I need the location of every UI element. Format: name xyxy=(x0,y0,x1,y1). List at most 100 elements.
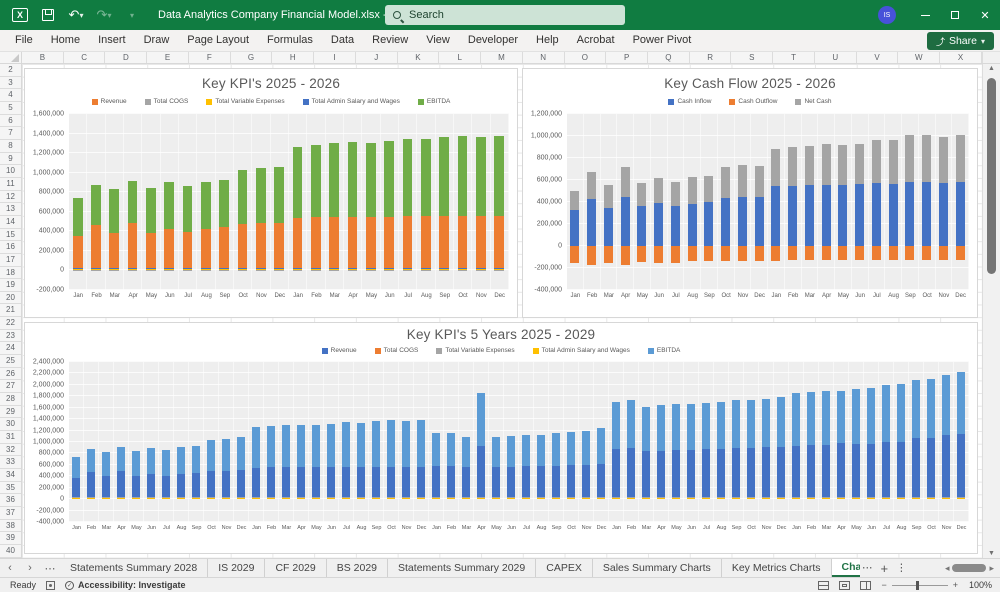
column-header-e[interactable]: E xyxy=(147,52,189,63)
normal-view-icon[interactable] xyxy=(818,580,830,590)
sheet-tab-capex[interactable]: CAPEX xyxy=(536,559,593,577)
minimize-button[interactable] xyxy=(910,0,940,30)
ribbon-tab-review[interactable]: Review xyxy=(363,30,417,51)
zoom-out-icon[interactable]: − xyxy=(881,580,886,590)
more-sheets-icon[interactable]: ⋯ xyxy=(862,562,873,574)
scroll-down-icon[interactable]: ▼ xyxy=(983,550,1000,557)
row-header-6[interactable]: 6 xyxy=(0,115,21,128)
row-header-34[interactable]: 34 xyxy=(0,469,21,482)
ribbon-tab-help[interactable]: Help xyxy=(527,30,568,51)
row-header-12[interactable]: 12 xyxy=(0,191,21,204)
row-header-26[interactable]: 26 xyxy=(0,368,21,381)
column-header-m[interactable]: M xyxy=(481,52,523,63)
column-header-c[interactable]: C xyxy=(64,52,106,63)
sheet-nav-left-icon[interactable]: ‹ xyxy=(0,559,20,577)
row-header-21[interactable]: 21 xyxy=(0,304,21,318)
ribbon-tab-view[interactable]: View xyxy=(417,30,459,51)
row-header-28[interactable]: 28 xyxy=(0,393,21,406)
horizontal-scrollbar-thumb[interactable] xyxy=(952,564,987,572)
column-header-x[interactable]: X xyxy=(940,52,982,63)
row-header-33[interactable]: 33 xyxy=(0,456,21,469)
column-header-i[interactable]: I xyxy=(314,52,356,63)
row-header-10[interactable]: 10 xyxy=(0,165,21,178)
scroll-left-icon[interactable]: ◂ xyxy=(945,563,950,574)
column-header-b[interactable]: B xyxy=(22,52,64,63)
column-header-s[interactable]: S xyxy=(731,52,774,63)
undo-icon[interactable]: ↶ ▾ xyxy=(64,4,88,26)
column-header-o[interactable]: O xyxy=(565,52,607,63)
avatar[interactable]: IS xyxy=(878,6,896,24)
redo-icon[interactable]: ↷ ▾ xyxy=(92,4,116,26)
row-header-29[interactable]: 29 xyxy=(0,406,21,419)
sheet-tabs-overflow-icon[interactable]: ⋯ xyxy=(40,559,60,577)
accessibility-status[interactable]: ✓ Accessibility: Investigate xyxy=(65,580,186,590)
chart-key-kpis-2025-2026[interactable]: Key KPI's 2025 - 2026 Revenue Total COGS T… xyxy=(24,68,518,318)
row-header-3[interactable]: 3 xyxy=(0,77,21,90)
zoom-slider-handle[interactable] xyxy=(915,580,919,590)
column-header-n[interactable]: N xyxy=(523,52,565,63)
ribbon-tab-developer[interactable]: Developer xyxy=(459,30,527,51)
select-all-corner[interactable] xyxy=(0,52,22,63)
row-header-8[interactable]: 8 xyxy=(0,140,21,153)
add-sheet-icon[interactable]: + xyxy=(881,561,889,576)
sheet-tab-cf-2029[interactable]: CF 2029 xyxy=(265,559,327,577)
vertical-scrollbar[interactable]: ▲ ▼ xyxy=(982,64,1000,558)
zoom-level[interactable]: 100% xyxy=(968,580,992,590)
share-button[interactable]: ⤴ Share ▾ xyxy=(926,32,994,50)
ribbon-tab-draw[interactable]: Draw xyxy=(135,30,179,51)
row-header-40[interactable]: 40 xyxy=(0,545,21,558)
column-header-u[interactable]: U xyxy=(815,52,857,63)
column-header-k[interactable]: K xyxy=(398,52,440,63)
row-header-38[interactable]: 38 xyxy=(0,520,21,533)
scroll-up-icon[interactable]: ▲ xyxy=(983,65,1000,72)
sheet-menu-icon[interactable]: ⋮ xyxy=(896,562,907,574)
sheet-tab-key-metrics-charts[interactable]: Key Metrics Charts xyxy=(722,559,832,577)
ribbon-tab-home[interactable]: Home xyxy=(42,30,89,51)
column-header-w[interactable]: W xyxy=(898,52,941,63)
horizontal-scrollbar[interactable]: ◂ ▸ xyxy=(945,563,994,574)
column-header-r[interactable]: R xyxy=(690,52,732,63)
row-header-30[interactable]: 30 xyxy=(0,418,21,432)
ribbon-tab-page-layout[interactable]: Page Layout xyxy=(178,30,258,51)
ribbon-tab-file[interactable]: File xyxy=(6,30,42,51)
column-header-f[interactable]: F xyxy=(189,52,231,63)
row-header-37[interactable]: 37 xyxy=(0,507,21,520)
row-header-2[interactable]: 2 xyxy=(0,64,21,77)
row-header-20[interactable]: 20 xyxy=(0,292,21,305)
sheet-tab-bs-2029[interactable]: BS 2029 xyxy=(327,559,389,577)
column-header-j[interactable]: J xyxy=(356,52,398,63)
sheet-tab-is-2029[interactable]: IS 2029 xyxy=(208,559,266,577)
restore-button[interactable] xyxy=(940,0,970,30)
save-icon[interactable] xyxy=(36,4,60,26)
column-header-g[interactable]: G xyxy=(231,52,273,63)
sheet-tab-charts[interactable]: Charts xyxy=(831,559,860,577)
row-header-13[interactable]: 13 xyxy=(0,203,21,216)
customize-qat-icon[interactable]: ▾ xyxy=(120,4,144,26)
ribbon-tab-data[interactable]: Data xyxy=(322,30,363,51)
row-header-19[interactable]: 19 xyxy=(0,279,21,292)
vertical-scrollbar-thumb[interactable] xyxy=(987,78,996,274)
row-header-14[interactable]: 14 xyxy=(0,216,21,229)
row-header-35[interactable]: 35 xyxy=(0,482,21,495)
search-box[interactable] xyxy=(385,5,625,25)
sheet-tab-statements-summary-2028[interactable]: Statements Summary 2028 xyxy=(60,559,209,577)
zoom-in-icon[interactable]: + xyxy=(953,580,958,590)
column-header-v[interactable]: V xyxy=(857,52,899,63)
row-header-9[interactable]: 9 xyxy=(0,153,21,166)
row-header-31[interactable]: 31 xyxy=(0,431,21,444)
macro-record-button[interactable] xyxy=(46,580,56,590)
page-layout-view-icon[interactable] xyxy=(839,580,851,590)
chart-key-cash-flow-2025-2026[interactable]: Key Cash Flow 2025 - 2026 Cash Inflow Cas… xyxy=(522,68,978,318)
row-header-16[interactable]: 16 xyxy=(0,241,21,254)
ribbon-tab-power-pivot[interactable]: Power Pivot xyxy=(624,30,701,51)
excel-app-icon[interactable]: X xyxy=(8,4,32,26)
column-header-h[interactable]: H xyxy=(272,52,315,63)
row-header-23[interactable]: 23 xyxy=(0,330,21,343)
sheet-tab-statements-summary-2029[interactable]: Statements Summary 2029 xyxy=(388,559,537,577)
scroll-right-icon[interactable]: ▸ xyxy=(989,563,994,574)
close-button[interactable]: ✕ xyxy=(970,0,1000,30)
column-header-l[interactable]: L xyxy=(439,52,482,63)
chart-key-kpis-5-years-2025-2029[interactable]: Key KPI's 5 Years 2025 - 2029 Revenue Tot… xyxy=(24,322,978,554)
row-header-25[interactable]: 25 xyxy=(0,355,21,368)
ribbon-tab-formulas[interactable]: Formulas xyxy=(258,30,322,51)
